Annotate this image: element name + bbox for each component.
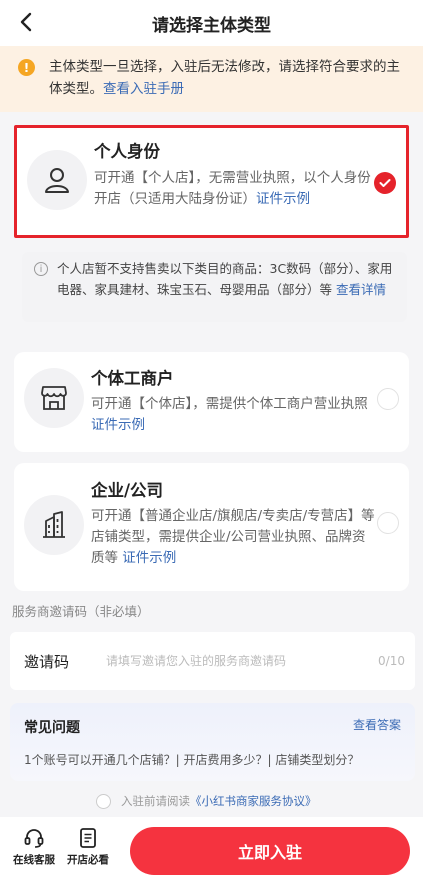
agreement-checkbox[interactable] (96, 793, 111, 809)
bottom-bar: 在线客服 开店必看 立即入驻 (0, 817, 423, 891)
warning-icon: ! (18, 59, 35, 76)
option-company[interactable]: 企业/公司 可开通【普通企业店/旗舰店/专卖店/专营店】等店铺类型，需提供企业/… (14, 463, 409, 591)
option-title: 企业/公司 (91, 481, 164, 500)
sample-link[interactable]: 证件示例 (91, 417, 145, 433)
option-personal[interactable]: 个人身份 可开通【个人店】，无需营业执照，以个人身份开店（只适用大陆身份证）证件… (14, 125, 409, 238)
building-icon (24, 495, 84, 555)
option-title: 个人身份 (94, 142, 160, 161)
store-guide-button[interactable]: 开店必看 (62, 827, 114, 867)
document-icon (80, 828, 96, 848)
headset-icon (24, 829, 44, 848)
agreement-row: 入驻前请阅读 《小红书商家服务协议》 (96, 793, 317, 809)
faq-card: 常见问题 查看答案 1个账号可以开通几个店铺？| 开店费用多少？| 店铺类型划分… (10, 703, 415, 781)
faq-answers-link[interactable]: 查看答案 (353, 716, 401, 733)
faq-title: 常见问题 (24, 720, 80, 736)
chevron-left-icon (20, 12, 32, 32)
check-icon (379, 179, 391, 187)
option-individual-business[interactable]: 个体工商户 可开通【个体店】，需提供个体工商户营业执照 证件示例 (14, 352, 409, 452)
online-service-button[interactable]: 在线客服 (8, 827, 60, 867)
info-icon: i (34, 262, 48, 276)
info-text: 个人店暂不支持售卖以下类目的商品：3C数码（部分）、家用电器、家具建材、珠宝玉石… (57, 261, 393, 297)
nav-bar: 请选择主体类型 (0, 0, 423, 46)
agreement-link[interactable]: 《小红书商家服务协议》 (190, 793, 317, 809)
option-radio[interactable] (377, 512, 399, 534)
details-link[interactable]: 查看详情 (336, 282, 386, 297)
notice-text: 主体类型一旦选择，入驻后无法修改，请选择符合要求的主体类型。查看入驻手册 (49, 59, 400, 97)
option-title: 个体工商户 (91, 369, 174, 388)
category-restriction-info: i 个人店暂不支持售卖以下类目的商品：3C数码（部分）、家用电器、家具建材、珠宝… (22, 252, 407, 322)
sample-link[interactable]: 证件示例 (256, 191, 310, 207)
page-title: 请选择主体类型 (152, 15, 271, 36)
back-button[interactable] (12, 8, 40, 36)
invite-code-row: 邀请码 0/10 (10, 632, 415, 690)
option-radio[interactable] (377, 388, 399, 410)
option-desc: 可开通【个人店】，无需营业执照，以个人身份开店（只适用大陆身份证）证件示例 (94, 170, 371, 207)
invite-section-label: 服务商邀请码（非必填） (12, 604, 150, 619)
sample-link[interactable]: 证件示例 (122, 550, 176, 566)
join-now-button[interactable]: 立即入驻 (130, 827, 410, 875)
handbook-link[interactable]: 查看入驻手册 (103, 81, 184, 97)
storefront-icon (24, 368, 84, 428)
faq-questions[interactable]: 1个账号可以开通几个店铺？| 开店费用多少？| 店铺类型划分？ (24, 751, 359, 768)
char-counter: 0/10 (378, 654, 405, 668)
person-icon (27, 150, 87, 210)
option-radio-checked[interactable] (374, 172, 396, 194)
notice-banner: ! 主体类型一旦选择，入驻后无法修改，请选择符合要求的主体类型。查看入驻手册 (0, 46, 423, 112)
option-desc: 可开通【个体店】，需提供个体工商户营业执照 证件示例 (91, 396, 368, 433)
invite-code-input[interactable] (106, 654, 379, 668)
option-desc: 可开通【普通企业店/旗舰店/专卖店/专营店】等店铺类型，需提供企业/公司营业执照… (91, 508, 375, 566)
invite-label: 邀请码 (24, 652, 70, 671)
